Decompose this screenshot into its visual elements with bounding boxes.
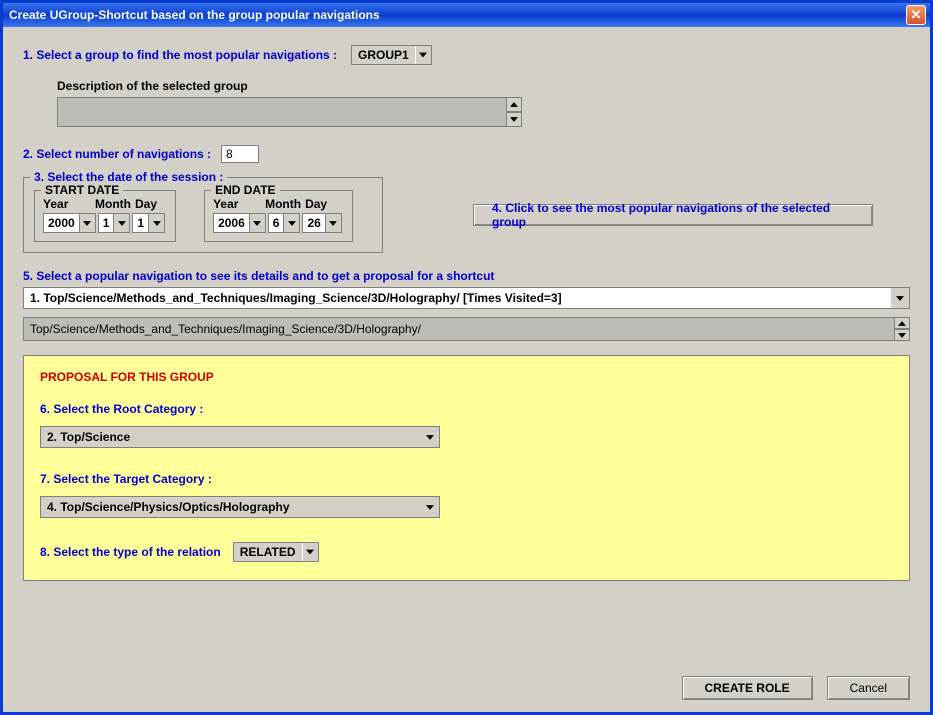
start-day-label: Day <box>135 197 157 211</box>
window-title: Create UGroup-Shortcut based on the grou… <box>9 8 380 22</box>
session-date-fieldset: 3. Select the date of the session : STAR… <box>23 177 383 253</box>
chevron-down-icon <box>891 288 909 308</box>
chevron-down-icon <box>302 543 318 561</box>
chevron-down-icon <box>113 214 129 232</box>
target-category-value: 4. Top/Science/Physics/Optics/Holography <box>41 500 421 514</box>
content-area: 1. Select a group to find the most popul… <box>3 27 930 591</box>
navigations-count-input[interactable] <box>221 145 259 163</box>
end-date-title: END DATE <box>211 183 279 197</box>
chevron-down-icon <box>421 497 439 517</box>
chevron-down-icon <box>415 46 431 64</box>
path-spinner <box>894 317 910 341</box>
root-category-value: 2. Top/Science <box>41 430 421 444</box>
relation-type-select[interactable]: RELATED <box>233 542 319 562</box>
spinner-down[interactable] <box>894 329 910 341</box>
end-day-label: Day <box>305 197 327 211</box>
group-select[interactable]: GROUP1 <box>351 45 432 65</box>
end-date-fieldset: END DATE Year Month Day 2006 6 26 <box>204 190 353 242</box>
step2-label: 2. Select number of navigations : <box>23 147 211 161</box>
navigation-select-value: 1. Top/Science/Methods_and_Techniques/Im… <box>24 291 891 305</box>
step3-label: 3. Select the date of the session : <box>30 170 227 184</box>
description-block: Description of the selected group <box>57 79 910 127</box>
step1-label: 1. Select a group to find the most popul… <box>23 48 337 62</box>
close-button[interactable]: ✕ <box>906 5 926 25</box>
step2-row: 2. Select number of navigations : <box>23 145 910 163</box>
navigation-path-value: Top/Science/Methods_and_Techniques/Imagi… <box>30 322 421 336</box>
chevron-down-icon <box>283 214 299 232</box>
spinner-up[interactable] <box>506 97 522 112</box>
step1-row: 1. Select a group to find the most popul… <box>23 45 910 65</box>
close-icon: ✕ <box>911 7 922 23</box>
description-textarea[interactable] <box>57 97 507 127</box>
end-month-select[interactable]: 6 <box>268 213 301 233</box>
description-label: Description of the selected group <box>57 79 910 93</box>
root-category-select[interactable]: 2. Top/Science <box>40 426 440 448</box>
spinner-up[interactable] <box>894 317 910 329</box>
group-select-value: GROUP1 <box>352 48 415 62</box>
end-year-select[interactable]: 2006 <box>213 213 266 233</box>
start-day-select[interactable]: 1 <box>132 213 165 233</box>
step7-label: 7. Select the Target Category : <box>40 472 893 486</box>
start-date-fieldset: START DATE Year Month Day 2000 1 1 <box>34 190 176 242</box>
chevron-down-icon <box>249 214 265 232</box>
start-month-label: Month <box>95 197 135 211</box>
spinner-down[interactable] <box>506 112 522 127</box>
chevron-down-icon <box>79 214 95 232</box>
create-role-button[interactable]: CREATE ROLE <box>682 676 813 700</box>
footer-buttons: CREATE ROLE Cancel <box>682 676 910 700</box>
navigation-select[interactable]: 1. Top/Science/Methods_and_Techniques/Im… <box>23 287 910 309</box>
proposal-panel: PROPOSAL FOR THIS GROUP 6. Select the Ro… <box>23 355 910 581</box>
show-popular-navigations-button[interactable]: 4. Click to see the most popular navigat… <box>473 204 873 226</box>
step8-row: 8. Select the type of the relation RELAT… <box>40 542 893 562</box>
step4-label: 4. Click to see the most popular navigat… <box>492 201 854 229</box>
chevron-down-icon <box>325 214 341 232</box>
titlebar: Create UGroup-Shortcut based on the grou… <box>3 3 930 27</box>
cancel-button[interactable]: Cancel <box>827 676 910 700</box>
start-year-select[interactable]: 2000 <box>43 213 96 233</box>
end-day-select[interactable]: 26 <box>302 213 341 233</box>
navigation-path-box[interactable]: Top/Science/Methods_and_Techniques/Imagi… <box>23 317 910 341</box>
start-date-title: START DATE <box>41 183 123 197</box>
dialog-window: Create UGroup-Shortcut based on the grou… <box>0 0 933 715</box>
step5-label: 5. Select a popular navigation to see it… <box>23 269 910 283</box>
end-month-label: Month <box>265 197 305 211</box>
step6-label: 6. Select the Root Category : <box>40 402 893 416</box>
target-category-select[interactable]: 4. Top/Science/Physics/Optics/Holography <box>40 496 440 518</box>
step8-label: 8. Select the type of the relation <box>40 545 221 559</box>
relation-type-value: RELATED <box>234 545 302 559</box>
step3-step4-row: 3. Select the date of the session : STAR… <box>23 177 910 253</box>
description-spinner <box>506 97 522 127</box>
chevron-down-icon <box>148 214 164 232</box>
start-month-select[interactable]: 1 <box>98 213 131 233</box>
end-year-label: Year <box>213 197 265 211</box>
proposal-title: PROPOSAL FOR THIS GROUP <box>40 370 893 384</box>
start-year-label: Year <box>43 197 95 211</box>
chevron-down-icon <box>421 427 439 447</box>
